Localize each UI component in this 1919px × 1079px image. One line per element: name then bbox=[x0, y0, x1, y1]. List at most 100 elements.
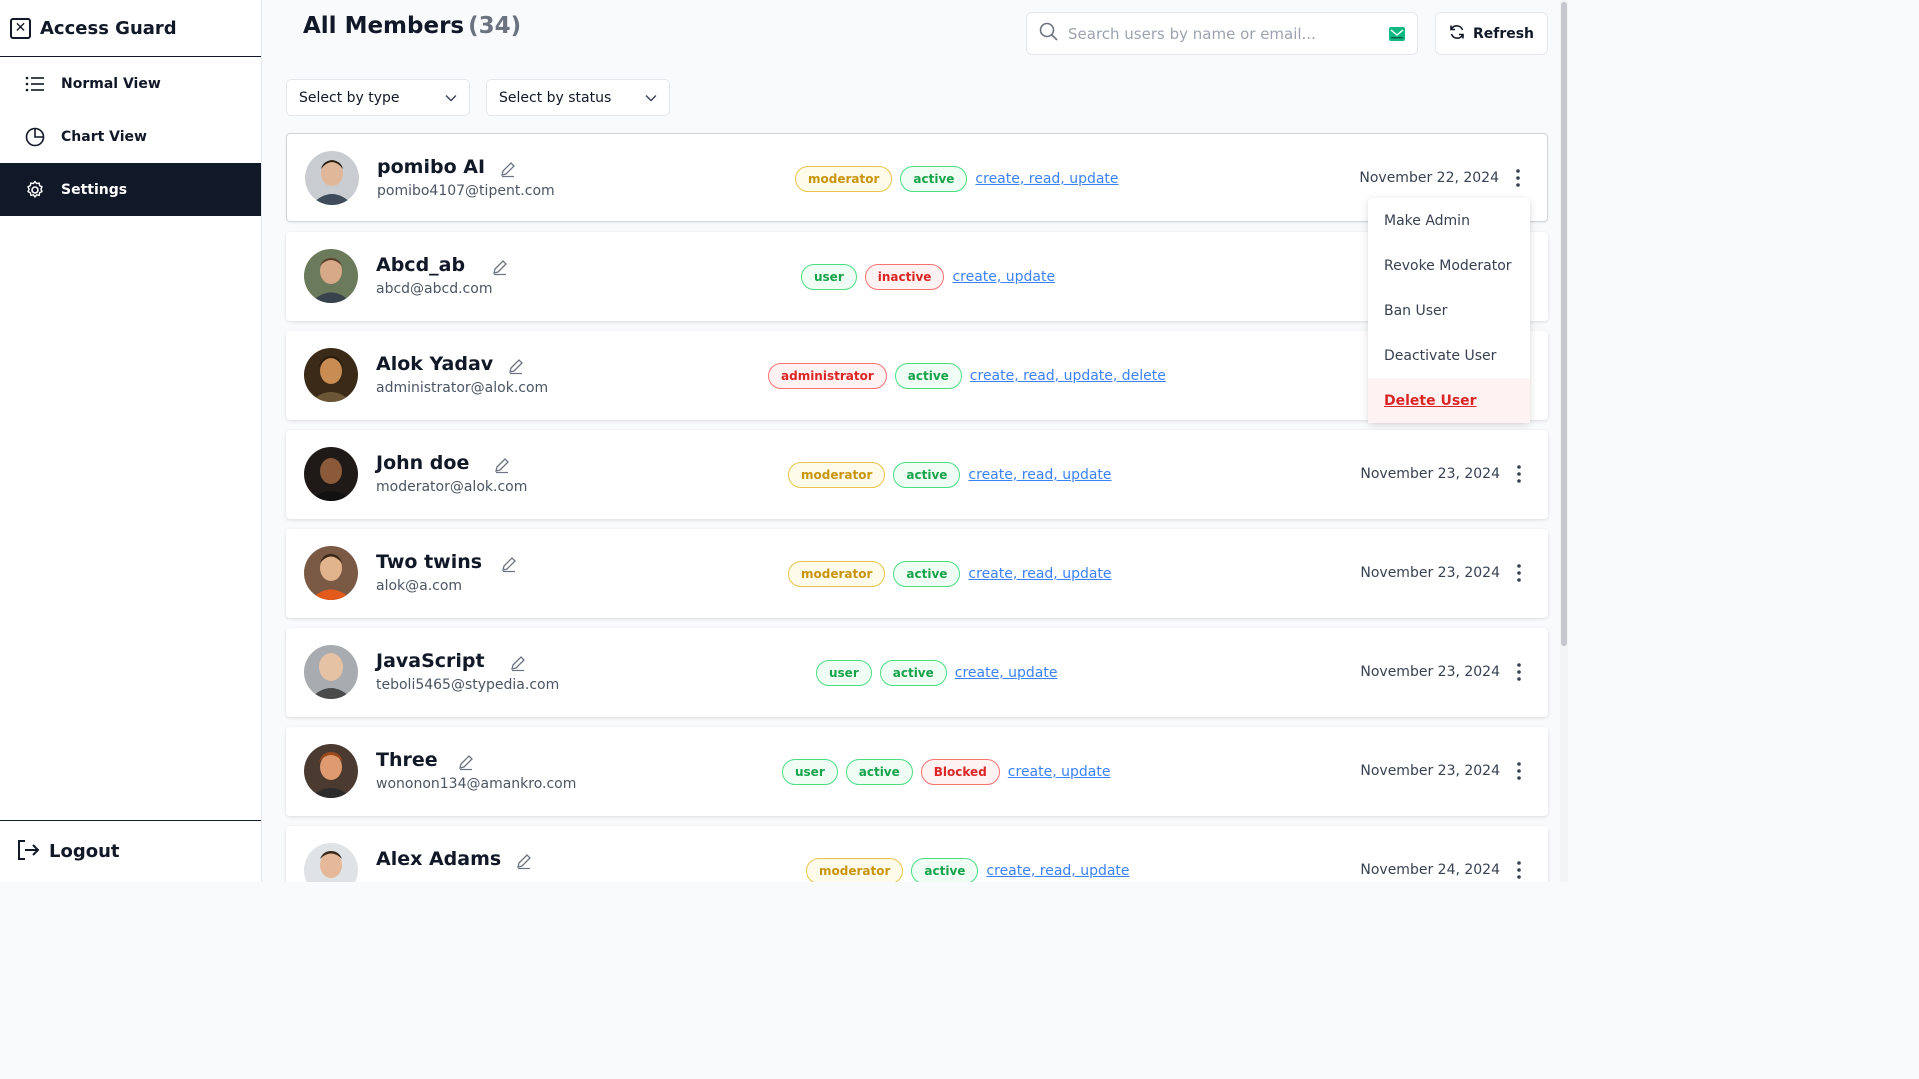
member-tags: user active Blocked create, update bbox=[782, 759, 1110, 785]
avatar bbox=[304, 645, 358, 699]
member-card[interactable]: Alok Yadav administrator@alok.com admini… bbox=[286, 331, 1548, 420]
more-options-icon[interactable] bbox=[1510, 859, 1528, 881]
role-badge: user bbox=[782, 759, 838, 785]
edit-icon[interactable] bbox=[493, 456, 511, 474]
page-title: All Members (34) bbox=[303, 13, 521, 39]
member-date: November 23, 2024 bbox=[1360, 565, 1500, 581]
member-tags: administrator active create, read, updat… bbox=[768, 363, 1166, 389]
member-card[interactable]: Abcd_ab abcd@abcd.com user inactive crea… bbox=[286, 232, 1548, 321]
sidebar: ✕ Access Guard Normal View Chart View Se… bbox=[0, 0, 262, 882]
edit-icon[interactable] bbox=[515, 852, 533, 870]
edit-icon[interactable] bbox=[507, 357, 525, 375]
edit-icon[interactable] bbox=[509, 654, 527, 672]
status-badge: inactive bbox=[864, 264, 945, 290]
member-name: JavaScript bbox=[376, 650, 485, 672]
member-email: teboli5465@stypedia.com bbox=[376, 677, 560, 693]
member-email: administrator@alok.com bbox=[376, 380, 549, 396]
permissions-link[interactable]: create, update bbox=[955, 665, 1058, 681]
member-count: (34) bbox=[468, 13, 522, 39]
member-name: Alex Adams bbox=[376, 848, 502, 870]
status-badge: active bbox=[911, 858, 979, 882]
role-badge: moderator bbox=[795, 166, 893, 192]
member-date: November 23, 2024 bbox=[1360, 763, 1500, 779]
page-title-text: All Members bbox=[303, 13, 465, 39]
member-tags: moderator active create, read, update bbox=[788, 462, 1112, 488]
member-tags: moderator active create, read, update bbox=[788, 561, 1112, 587]
member-email: alok@a.com bbox=[376, 578, 463, 594]
gear-icon bbox=[24, 179, 46, 201]
scrollbar[interactable] bbox=[1560, 0, 1568, 882]
member-name: Alok Yadav bbox=[376, 353, 494, 375]
edit-icon[interactable] bbox=[457, 753, 475, 771]
x-box-icon: ✕ bbox=[10, 17, 31, 39]
avatar bbox=[304, 843, 358, 882]
member-tags: moderator active create, read, update bbox=[806, 858, 1130, 882]
blocked-badge: Blocked bbox=[920, 759, 1000, 785]
edit-icon[interactable] bbox=[500, 555, 518, 573]
more-options-icon[interactable] bbox=[1510, 463, 1528, 485]
logout-button[interactable]: Logout bbox=[0, 820, 261, 882]
permissions-link[interactable]: create, read, update, delete bbox=[970, 368, 1166, 384]
member-date: November 22, 2024 bbox=[1359, 170, 1499, 186]
member-card[interactable]: Two twins alok@a.com moderator active cr… bbox=[286, 529, 1548, 618]
member-email: wononon134@amankro.com bbox=[376, 776, 577, 792]
scrollbar-thumb[interactable] bbox=[1561, 2, 1567, 646]
edit-icon[interactable] bbox=[499, 160, 517, 178]
avatar bbox=[304, 348, 358, 402]
search-input[interactable] bbox=[1068, 24, 1368, 43]
brand: ✕ Access Guard bbox=[0, 0, 261, 57]
sidebar-item-normal-view[interactable]: Normal View bbox=[0, 57, 261, 110]
logout-label: Logout bbox=[49, 841, 120, 862]
chevron-down-icon bbox=[645, 90, 657, 106]
type-filter-label: Select by type bbox=[299, 89, 400, 106]
sidebar-item-label: Chart View bbox=[61, 128, 147, 145]
refresh-icon bbox=[1449, 24, 1465, 44]
menu-item-deactivate-user[interactable]: Deactivate User bbox=[1368, 333, 1530, 378]
more-options-icon[interactable] bbox=[1509, 167, 1527, 189]
member-date: November 23, 2024 bbox=[1360, 466, 1500, 482]
permissions-link[interactable]: create, read, update bbox=[975, 171, 1118, 187]
status-filter-select[interactable]: Select by status bbox=[486, 79, 670, 116]
permissions-link[interactable]: create, update bbox=[952, 269, 1055, 285]
member-card[interactable]: JavaScript teboli5465@stypedia.com user … bbox=[286, 628, 1548, 717]
avatar bbox=[304, 447, 358, 501]
list-icon bbox=[24, 73, 46, 95]
member-card[interactable]: John doe moderator@alok.com moderator ac… bbox=[286, 430, 1548, 519]
menu-item-revoke-moderator[interactable]: Revoke Moderator bbox=[1368, 243, 1530, 288]
menu-item-ban-user[interactable]: Ban User bbox=[1368, 288, 1530, 333]
sidebar-item-label: Settings bbox=[61, 181, 128, 198]
edit-icon[interactable] bbox=[491, 258, 509, 276]
member-email: abcd@abcd.com bbox=[376, 281, 493, 297]
menu-item-delete-user[interactable]: Delete User bbox=[1368, 378, 1530, 423]
sidebar-item-settings[interactable]: Settings bbox=[0, 163, 261, 216]
member-tags: moderator active create, read, update bbox=[795, 166, 1119, 192]
permissions-link[interactable]: create, read, update bbox=[968, 467, 1111, 483]
member-card[interactable]: pomibo AI pomibo4107@tipent.com moderato… bbox=[286, 133, 1548, 222]
more-options-icon[interactable] bbox=[1510, 661, 1528, 683]
avatar bbox=[304, 546, 358, 600]
permissions-link[interactable]: create, read, update bbox=[986, 863, 1129, 879]
member-email: pomibo4107@tipent.com bbox=[377, 183, 555, 199]
logout-icon bbox=[16, 839, 40, 865]
member-name: Abcd_ab bbox=[376, 254, 466, 276]
member-card[interactable]: Alex Adams moderator active create, read… bbox=[286, 826, 1548, 882]
refresh-button[interactable]: Refresh bbox=[1435, 12, 1548, 55]
user-actions-menu: Make Admin Revoke Moderator Ban User Dea… bbox=[1368, 198, 1530, 423]
permissions-link[interactable]: create, update bbox=[1008, 764, 1111, 780]
more-options-icon[interactable] bbox=[1510, 562, 1528, 584]
status-badge: active bbox=[893, 462, 961, 488]
more-options-icon[interactable] bbox=[1510, 760, 1528, 782]
role-badge: moderator bbox=[806, 858, 904, 882]
member-card[interactable]: Three wononon134@amankro.com user active… bbox=[286, 727, 1548, 816]
pie-chart-icon bbox=[24, 126, 46, 148]
avatar bbox=[305, 151, 359, 205]
menu-item-make-admin[interactable]: Make Admin bbox=[1368, 198, 1530, 243]
type-filter-select[interactable]: Select by type bbox=[286, 79, 470, 116]
member-name: Two twins bbox=[376, 551, 483, 573]
status-badge: active bbox=[845, 759, 913, 785]
search-icon bbox=[1039, 22, 1058, 45]
sidebar-item-chart-view[interactable]: Chart View bbox=[0, 110, 261, 163]
refresh-label: Refresh bbox=[1472, 25, 1535, 42]
chevron-down-icon bbox=[445, 90, 457, 106]
permissions-link[interactable]: create, read, update bbox=[968, 566, 1111, 582]
